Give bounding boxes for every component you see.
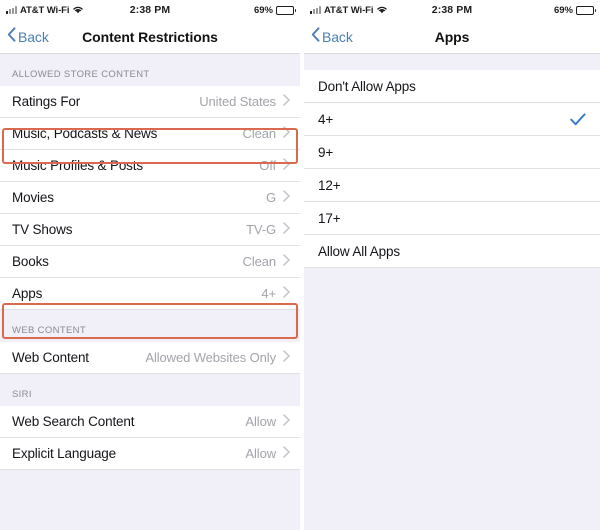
chevron-left-icon (7, 26, 16, 47)
row-label: Music, Podcasts & News (12, 126, 158, 141)
chevron-right-icon (283, 93, 290, 111)
row-explicit-language[interactable]: Explicit Language Allow (0, 438, 300, 470)
chevron-left-icon (311, 26, 320, 47)
left-nav-bar: Back Content Restrictions (0, 20, 300, 54)
row-accessory: Allowed Websites Only (145, 349, 290, 367)
section-rows-web-content: Web Content Allowed Websites Only (0, 342, 300, 374)
row-label: Web Search Content (12, 414, 135, 429)
section-header-allowed-store-content: ALLOWED STORE CONTENT (0, 54, 300, 86)
row-value: Allow (245, 446, 276, 461)
row-tv-shows[interactable]: TV Shows TV-G (0, 214, 300, 246)
chevron-right-icon (283, 285, 290, 303)
row-accessory: Allow (245, 413, 290, 431)
content-restrictions-list[interactable]: ALLOWED STORE CONTENT Ratings For United… (0, 54, 300, 530)
chevron-right-icon (283, 189, 290, 207)
status-right-group: 69% (553, 4, 596, 16)
row-value: Clean (242, 126, 277, 141)
option-dont-allow-apps[interactable]: Don't Allow Apps (304, 70, 600, 103)
row-value: TV-G (246, 222, 276, 237)
right-status-bar: AT&T Wi-Fi 2:38 PM 69% (304, 0, 600, 20)
row-label: Apps (12, 286, 43, 301)
option-4-plus[interactable]: 4+ (304, 103, 600, 136)
checkmark-icon (570, 112, 586, 126)
row-web-content[interactable]: Web Content Allowed Websites Only (0, 342, 300, 374)
row-value: Allowed Websites Only (145, 350, 276, 365)
apps-rating-list[interactable]: Don't Allow Apps 4+ 9+ 12+ 17+ Allow All… (304, 54, 600, 530)
row-label: TV Shows (12, 222, 73, 237)
row-value: G (265, 190, 276, 205)
row-web-search-content[interactable]: Web Search Content Allow (0, 406, 300, 438)
row-apps[interactable]: Apps 4+ (0, 278, 300, 310)
row-accessory: Off (259, 157, 290, 175)
option-17-plus[interactable]: 17+ (304, 202, 600, 235)
left-status-bar: AT&T Wi-Fi 2:38 PM 69% (0, 0, 300, 20)
row-value: Allow (245, 414, 276, 429)
row-label: Books (12, 254, 49, 269)
chevron-right-icon (283, 125, 290, 143)
battery-percent-label: 69% (553, 4, 573, 16)
apps-options-group: Don't Allow Apps 4+ 9+ 12+ 17+ Allow All… (304, 70, 600, 268)
row-ratings-for[interactable]: Ratings For United States (0, 86, 300, 118)
row-label: Music Profiles & Posts (12, 158, 143, 173)
battery-percent-label: 69% (253, 4, 273, 16)
chevron-right-icon (283, 349, 290, 367)
row-value: Clean (242, 254, 277, 269)
section-rows-siri: Web Search Content Allow Explicit Langua… (0, 406, 300, 470)
list-empty-area (304, 268, 600, 530)
left-phone-screen: AT&T Wi-Fi 2:38 PM 69% Back Content Rest… (0, 0, 300, 530)
chevron-right-icon (283, 157, 290, 175)
option-9-plus[interactable]: 9+ (304, 136, 600, 169)
option-label: 12+ (318, 177, 341, 193)
row-accessory: United States (199, 93, 290, 111)
row-value: United States (199, 94, 276, 109)
option-12-plus[interactable]: 12+ (304, 169, 600, 202)
battery-icon (276, 5, 296, 15)
row-label: Ratings For (12, 94, 81, 109)
back-button-label: Back (322, 28, 353, 45)
section-rows-allowed-store-content: Ratings For United States Music, Podcast… (0, 86, 300, 310)
option-label: 17+ (318, 210, 341, 226)
option-allow-all-apps[interactable]: Allow All Apps (304, 235, 600, 268)
chevron-right-icon (283, 221, 290, 239)
section-header-siri: SIRI (0, 374, 300, 406)
row-accessory: 4+ (261, 285, 290, 303)
option-label: Don't Allow Apps (318, 78, 416, 94)
row-accessory: TV-G (246, 221, 290, 239)
row-music-profiles-posts[interactable]: Music Profiles & Posts Off (0, 150, 300, 182)
dual-screenshot-container: AT&T Wi-Fi 2:38 PM 69% Back Content Rest… (0, 0, 600, 530)
row-label: Web Content (12, 350, 89, 365)
right-nav-bar: Back Apps (304, 20, 600, 54)
status-right-group: 69% (253, 4, 296, 16)
option-label: Allow All Apps (318, 243, 400, 259)
row-music-podcasts-news[interactable]: Music, Podcasts & News Clean (0, 118, 300, 150)
list-top-spacer (304, 54, 600, 70)
row-value: Off (259, 158, 276, 173)
back-button[interactable]: Back (304, 26, 353, 47)
back-button[interactable]: Back (0, 26, 49, 47)
row-label: Movies (12, 190, 54, 205)
chevron-right-icon (283, 445, 290, 463)
chevron-right-icon (283, 253, 290, 271)
chevron-right-icon (283, 413, 290, 431)
battery-icon (576, 5, 596, 15)
row-books[interactable]: Books Clean (0, 246, 300, 278)
back-button-label: Back (18, 28, 49, 45)
row-accessory: Clean (243, 253, 290, 271)
section-header-web-content: WEB CONTENT (0, 310, 300, 342)
row-label: Explicit Language (12, 446, 117, 461)
row-value: 4+ (261, 286, 276, 301)
row-accessory: Allow (245, 445, 290, 463)
row-movies[interactable]: Movies G (0, 182, 300, 214)
option-label: 9+ (318, 144, 334, 160)
right-phone-screen: AT&T Wi-Fi 2:38 PM 69% Back Apps Don't A… (304, 0, 600, 530)
option-label: 4+ (318, 111, 334, 127)
row-accessory: G (266, 189, 290, 207)
row-accessory: Clean (243, 125, 290, 143)
